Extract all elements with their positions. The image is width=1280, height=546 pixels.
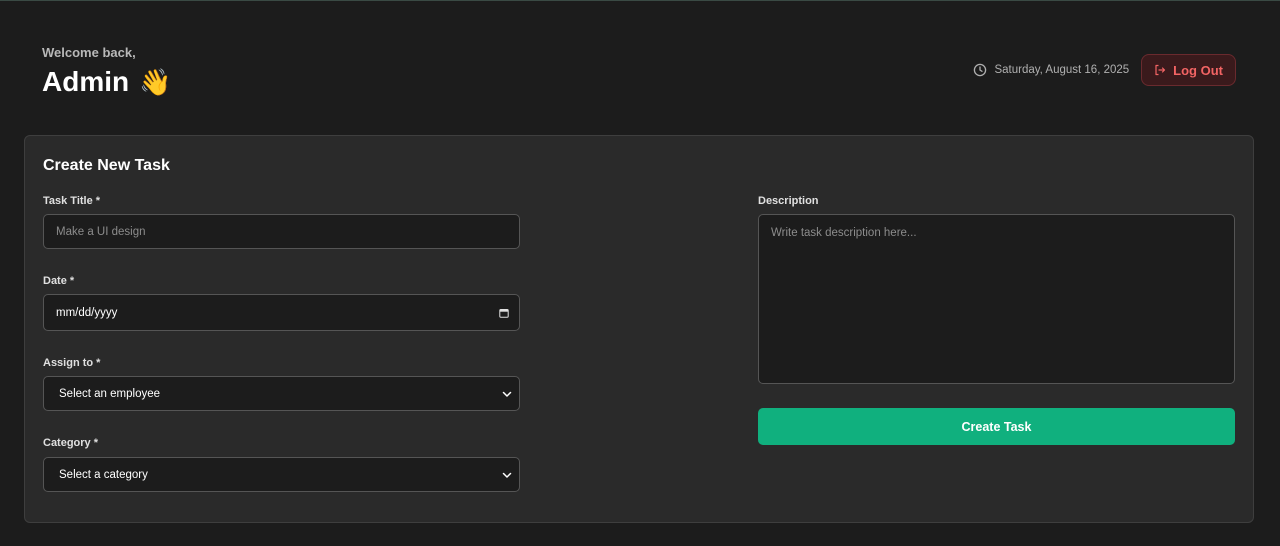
- date-label: Date *: [43, 275, 75, 287]
- assign-to-select[interactable]: Select an employee: [43, 376, 520, 411]
- category-selected: Select a category: [59, 468, 148, 481]
- top-border: [0, 0, 1280, 1]
- date-input-value: mm/dd/yyyy: [56, 306, 118, 319]
- task-title-input[interactable]: Make a UI design: [43, 214, 520, 249]
- create-task-label: Create Task: [961, 419, 1032, 434]
- task-title-placeholder: Make a UI design: [56, 225, 146, 238]
- category-select[interactable]: Select a category: [43, 457, 520, 492]
- current-date: Saturday, August 16, 2025: [973, 63, 1129, 77]
- task-title-label: Task Title *: [43, 195, 101, 207]
- create-task-button[interactable]: Create Task: [758, 408, 1235, 445]
- date-text: Saturday, August 16, 2025: [994, 64, 1130, 76]
- wave-icon: 👋: [139, 67, 172, 97]
- user-name-row: Admin 👋: [42, 66, 171, 98]
- user-name: Admin: [42, 66, 130, 97]
- create-task-card: Create New Task Task Title * Make a UI d…: [24, 135, 1254, 523]
- chevron-down-icon: [502, 391, 512, 397]
- date-input[interactable]: mm/dd/yyyy: [43, 294, 520, 331]
- description-textarea[interactable]: Write task description here...: [758, 214, 1235, 384]
- logout-icon: [1155, 64, 1166, 76]
- logout-button[interactable]: Log Out: [1141, 54, 1236, 86]
- category-label: Category *: [43, 437, 99, 449]
- welcome-header: Welcome back, Admin 👋: [42, 45, 171, 98]
- form-title: Create New Task: [43, 157, 170, 174]
- chevron-down-icon: [502, 472, 512, 478]
- logout-label: Log Out: [1173, 62, 1223, 78]
- clock-icon: [974, 63, 987, 77]
- description-label: Description: [758, 195, 819, 207]
- header-actions: Saturday, August 16, 2025 Log Out: [973, 54, 1236, 86]
- description-placeholder: Write task description here...: [771, 227, 917, 239]
- assign-to-selected: Select an employee: [59, 387, 161, 400]
- welcome-text: Welcome back,: [42, 45, 136, 60]
- assign-to-label: Assign to *: [43, 357, 101, 369]
- calendar-icon[interactable]: [499, 308, 509, 318]
